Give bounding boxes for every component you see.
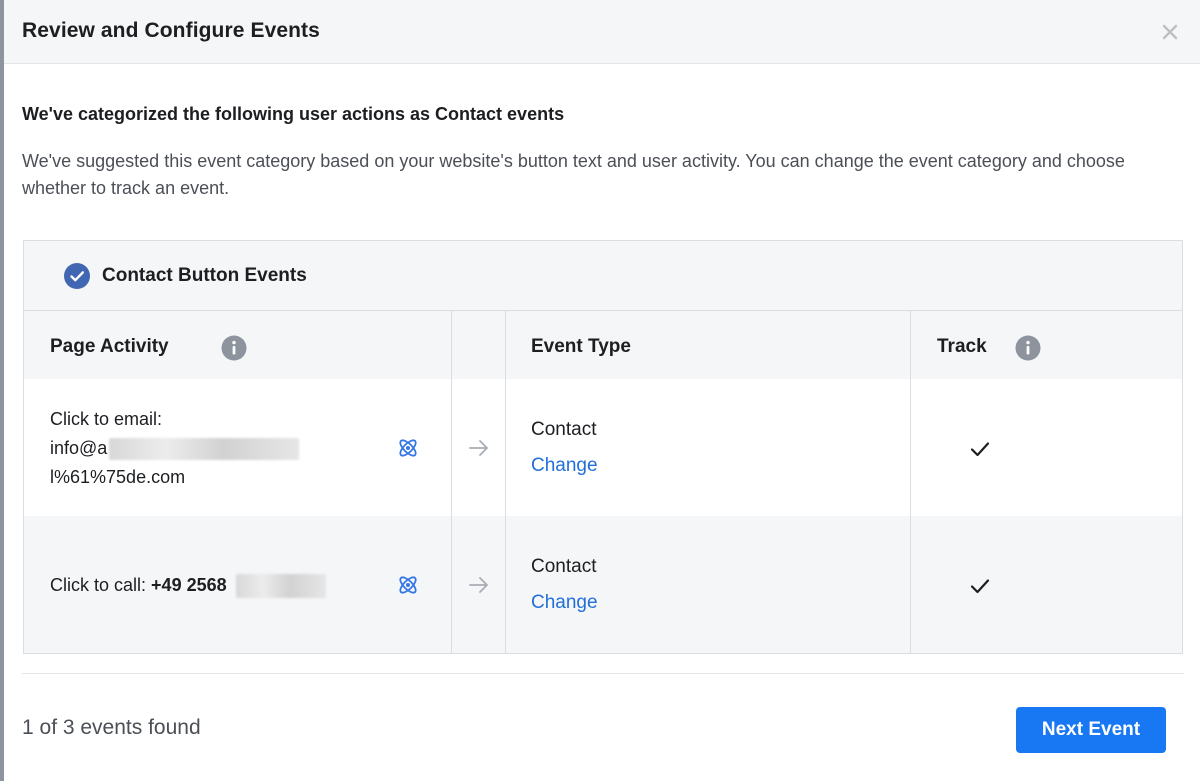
events-found-status: 1 of 3 events found	[22, 716, 201, 739]
activity-value: Click to call: +49 2568	[50, 571, 326, 600]
column-divider	[451, 311, 452, 653]
column-divider	[910, 311, 911, 653]
redacted-text	[235, 574, 326, 599]
track-checkbox[interactable]	[969, 575, 991, 597]
activity-value-start: info@a	[50, 438, 108, 458]
track-checkbox[interactable]	[969, 438, 991, 460]
change-event-type-link[interactable]: Change	[531, 592, 598, 614]
close-icon[interactable]	[1158, 20, 1182, 44]
activity-label: Click to email:	[50, 409, 163, 429]
info-icon[interactable]	[1015, 335, 1041, 361]
activity-value-end: l%61%75de.com	[50, 467, 186, 487]
arrow-right-icon	[469, 440, 488, 456]
redacted-text	[109, 438, 300, 461]
change-event-type-link[interactable]: Change	[531, 455, 598, 477]
column-header-track: Track	[937, 336, 987, 357]
event-type-value: Contact	[531, 419, 597, 440]
footer-divider	[22, 673, 1184, 674]
target-icon[interactable]	[396, 436, 420, 460]
activity-value-start: +49 2568	[151, 575, 227, 595]
events-panel: Contact Button Events Page Activity Even…	[23, 240, 1183, 654]
target-icon[interactable]	[396, 573, 420, 597]
activity-label: Click to call:	[50, 575, 147, 595]
activity-value: info@a	[50, 434, 300, 463]
arrow-right-icon	[469, 577, 488, 593]
review-configure-events-dialog: Review and Configure Events We've catego…	[4, 0, 1200, 781]
events-group-header: Contact Button Events	[24, 241, 1182, 311]
check-circle-icon	[64, 263, 90, 289]
section-heading: We've categorized the following user act…	[22, 104, 565, 124]
column-header-event-type: Event Type	[531, 336, 631, 357]
section-description: We've suggested this event category base…	[22, 151, 1125, 198]
info-icon[interactable]	[221, 335, 247, 361]
table-row: Click to call: +49 2568 Contact Change	[24, 516, 1182, 653]
event-type-value: Contact	[531, 556, 597, 577]
dialog-header: Review and Configure Events	[4, 0, 1200, 64]
table-row: Click to email: info@a l%61%75de.com Con…	[24, 379, 1182, 516]
column-divider	[505, 311, 506, 653]
events-group-title: Contact Button Events	[102, 265, 307, 286]
next-event-button[interactable]: Next Event	[1016, 707, 1166, 753]
column-header-page-activity: Page Activity	[50, 336, 169, 357]
dialog-title: Review and Configure Events	[22, 19, 320, 42]
